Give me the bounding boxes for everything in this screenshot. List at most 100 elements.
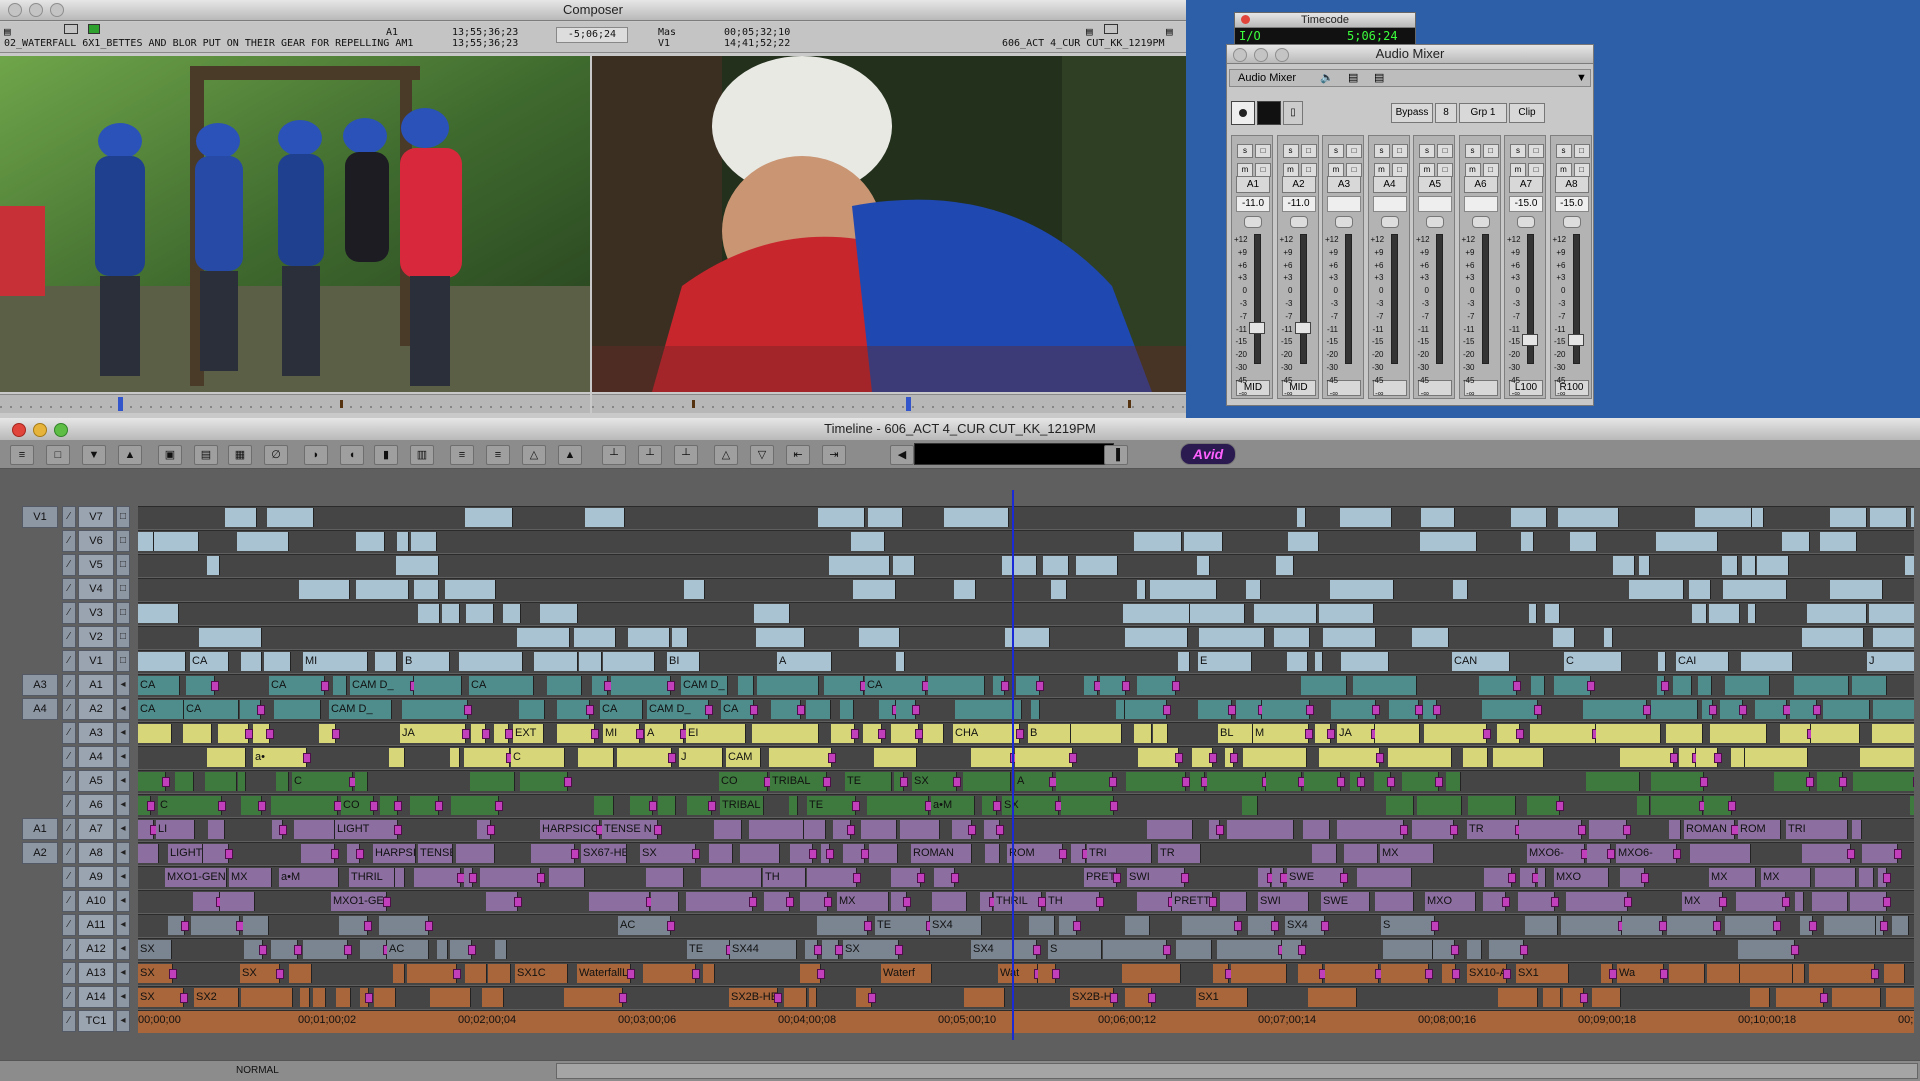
solo-button[interactable]: s (1510, 144, 1526, 158)
timeline-clip[interactable] (1178, 652, 1190, 671)
keyframe-marker[interactable] (915, 729, 923, 739)
timeline-clip[interactable] (932, 892, 967, 911)
timeline-clip[interactable] (243, 916, 269, 935)
keyframe-marker[interactable] (1059, 849, 1067, 859)
keyframe-marker[interactable] (1340, 873, 1348, 883)
timeline-clip[interactable] (1723, 580, 1787, 599)
track-lock-a8[interactable]: ∕ (62, 842, 76, 864)
track-label-tc1[interactable]: TC1 (78, 1010, 114, 1032)
timeline-scrollbar[interactable] (556, 1063, 1918, 1079)
timeline-clip[interactable] (789, 796, 798, 815)
bottom-icon[interactable]: ▽ (750, 445, 774, 465)
timeline-clip[interactable] (658, 796, 676, 815)
timeline-clip[interactable] (1725, 676, 1770, 695)
timeline-clip[interactable]: JA (400, 724, 466, 743)
keyframe-marker[interactable] (1228, 705, 1236, 715)
segment-mode-yellow-icon[interactable]: ┴ (674, 445, 698, 465)
step-forward-icon[interactable]: ⇥ (822, 445, 846, 465)
timeline-clip[interactable] (1337, 820, 1404, 839)
timeline-clip[interactable] (628, 628, 670, 647)
channel-link-icon[interactable] (1562, 216, 1581, 228)
timeline-clip[interactable] (1498, 988, 1538, 1007)
timeline-clip[interactable] (1558, 508, 1619, 527)
track-monitor-v3[interactable]: □ (116, 602, 130, 624)
timeline-clip[interactable] (549, 868, 585, 887)
timeline-clip[interactable]: SX1C (515, 964, 568, 983)
timeline-clip[interactable] (411, 532, 437, 551)
timeline-clip[interactable] (1402, 772, 1439, 791)
channel-link-icon[interactable] (1335, 216, 1353, 228)
solo-button[interactable]: s (1555, 144, 1572, 158)
keyframe-marker[interactable] (1883, 873, 1891, 883)
keyframe-marker[interactable] (993, 801, 1001, 811)
channel-level-value[interactable] (1418, 196, 1452, 212)
keyframe-marker[interactable] (1096, 897, 1104, 907)
timeline-clip[interactable] (430, 988, 471, 1007)
timeline-clip[interactable] (964, 988, 1005, 1007)
keyframe-marker[interactable] (1425, 969, 1433, 979)
keyframe-marker[interactable] (1400, 825, 1408, 835)
timeline-clip[interactable] (397, 532, 409, 551)
timeline-clip[interactable]: TE (875, 916, 930, 935)
keyframe-marker[interactable] (1503, 969, 1511, 979)
timeline-clip[interactable] (191, 916, 240, 935)
keyframe-marker[interactable] (468, 945, 476, 955)
timeline-clip[interactable] (840, 700, 854, 719)
timeline-clip[interactable] (1873, 700, 1914, 719)
timeline-clip[interactable] (1673, 676, 1692, 695)
timeline-clip[interactable] (138, 724, 172, 743)
timeline-clip[interactable] (1629, 580, 1684, 599)
timeline-clip[interactable]: JA (1337, 724, 1375, 743)
timeline-clip[interactable] (1656, 532, 1718, 551)
source-track-a4[interactable]: A4 (22, 698, 58, 720)
timeline-clip[interactable] (1227, 820, 1294, 839)
timeline-clip[interactable] (603, 652, 655, 671)
track-label-a4[interactable]: A4 (78, 746, 114, 768)
timeline-clip[interactable]: TR (1158, 844, 1201, 863)
timeline-clip[interactable]: TE (807, 796, 856, 815)
timeline-clip[interactable]: SX (138, 964, 173, 983)
timeline-clip[interactable] (375, 652, 397, 671)
timeline-clip[interactable] (1381, 964, 1429, 983)
timeline-clip[interactable] (1468, 796, 1516, 815)
keyframe-marker[interactable] (1820, 993, 1828, 1003)
timeline-clip[interactable] (1750, 988, 1770, 1007)
timeline-clip[interactable] (237, 532, 289, 551)
mute-button[interactable]: m (1464, 163, 1481, 177)
keyframe-marker[interactable] (619, 993, 627, 1003)
timeline-clip[interactable] (752, 724, 819, 743)
timeline-clip[interactable]: LIGHT (168, 844, 203, 863)
timeline-clip[interactable]: Waterf (881, 964, 932, 983)
timeline-clip[interactable] (1453, 580, 1468, 599)
close-button[interactable] (12, 423, 26, 437)
source-track-v1[interactable]: V1 (22, 506, 58, 528)
timeline-clip[interactable]: SX (138, 940, 172, 959)
timeline-clip[interactable]: J (1867, 652, 1914, 671)
timeline-clip[interactable] (238, 772, 246, 791)
timeline-clip[interactable] (1231, 964, 1287, 983)
keyframe-marker[interactable] (1643, 705, 1651, 715)
timeline-clip[interactable] (893, 556, 915, 575)
timeline-clip[interactable] (1412, 820, 1454, 839)
track-monitor-a10[interactable]: ◂ (116, 890, 130, 912)
keyframe-marker[interactable] (147, 801, 155, 811)
timeline-clip[interactable] (333, 676, 347, 695)
timeline-clip[interactable] (1852, 820, 1862, 839)
keyframe-marker[interactable] (1433, 705, 1441, 715)
solo-button[interactable]: s (1464, 144, 1481, 158)
timeline-clip[interactable]: CA (190, 652, 229, 671)
link-button-2[interactable]: □ (1300, 163, 1317, 177)
keyframe-marker[interactable] (1587, 681, 1595, 691)
timeline-clip[interactable]: CA (865, 676, 926, 695)
keyframe-marker[interactable] (667, 921, 675, 931)
track-row-a12[interactable]: SX AC TE SX44 SX SX4 S (138, 938, 1914, 961)
keyframe-marker[interactable] (364, 921, 372, 931)
stop-button[interactable] (1257, 101, 1281, 125)
timeline-clip[interactable] (1525, 916, 1558, 935)
close-button[interactable] (1241, 15, 1250, 24)
timeline-clip[interactable] (1288, 532, 1319, 551)
timeline-clip[interactable] (585, 508, 625, 527)
keyframe-marker[interactable] (1038, 897, 1046, 907)
keyframe-marker[interactable] (394, 825, 402, 835)
timeline-clip[interactable]: E (1198, 652, 1252, 671)
